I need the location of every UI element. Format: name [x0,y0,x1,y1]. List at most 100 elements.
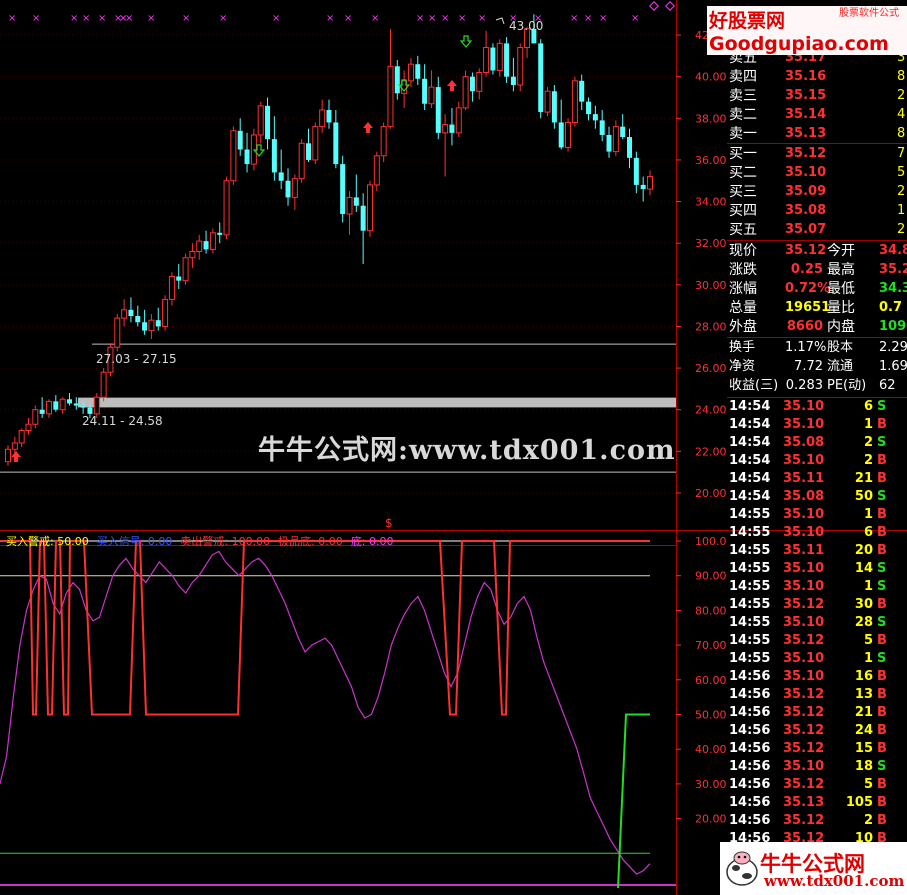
candle-body-up[interactable] [380,126,387,157]
candle-body-up[interactable] [571,80,578,123]
candle-body-down[interactable] [271,139,277,173]
candle-body-down[interactable] [360,205,366,231]
candle-body-down[interactable] [490,47,496,71]
candle-body-up[interactable] [5,448,11,463]
candle-body-down[interactable] [142,322,148,331]
candle-body-up[interactable] [462,76,469,109]
candle-body-down[interactable] [504,43,510,77]
candle-body-up[interactable] [168,275,175,300]
candle-body-up[interactable] [544,90,551,113]
candle-body-up[interactable] [25,423,32,432]
candle-body-up[interactable] [196,240,203,253]
candle-body-down[interactable] [326,109,332,123]
candle-body-up[interactable] [647,176,653,190]
candle-body-up[interactable] [11,442,18,450]
candle-body-up[interactable] [189,251,196,259]
candle-body-down[interactable] [53,401,59,410]
candle-body-down[interactable] [265,105,271,140]
candle-body-down[interactable] [333,122,339,165]
candle-body-down[interactable] [135,316,141,323]
candle-body-up[interactable] [59,398,66,411]
candle-body-down[interactable] [80,405,86,408]
candle-body-down[interactable] [599,120,605,135]
candle-body-up[interactable] [223,180,230,236]
candle-body-down[interactable] [620,126,626,138]
candle-body-up[interactable] [517,47,524,86]
candle-body-down[interactable] [579,80,585,102]
candle-body-down[interactable] [87,407,93,414]
candle-body-down[interactable] [435,87,441,133]
candle-body-up[interactable] [387,65,394,128]
candle-body-up[interactable] [291,178,298,198]
candle-body-up[interactable] [346,196,353,215]
candle-body-up[interactable] [476,72,483,92]
candle-body-up[interactable] [319,109,326,128]
candle-body-down[interactable] [640,184,646,190]
tick-time: 14:56 [729,687,771,702]
tick-direction: B [877,687,887,702]
candle-body-down[interactable] [449,124,455,133]
candle-body-up[interactable] [121,309,128,319]
candle-body-down[interactable] [558,122,564,148]
candle-body-down[interactable] [278,172,284,181]
candle-body-down[interactable] [285,180,291,198]
candle-body-up[interactable] [230,130,237,182]
candle-body-down[interactable] [469,76,475,92]
candle-body-down[interactable] [203,241,209,250]
candle-body-up[interactable] [114,317,121,348]
candle-body-down[interactable] [176,276,182,281]
tick-time: 14:56 [729,759,771,774]
candle-body-up[interactable] [565,121,572,148]
candle-body-down[interactable] [237,130,243,150]
zone-lower-band [78,397,676,408]
candle-body-up[interactable] [32,409,39,425]
candle-body-down[interactable] [627,137,633,158]
tick-time: 14:54 [729,417,771,432]
candle-body-down[interactable] [353,197,359,206]
tick-time: 14:56 [729,741,771,756]
candle-body-up[interactable] [100,371,107,398]
top-x-marker: × [32,13,40,24]
candle-body-down[interactable] [606,134,612,152]
ask-qty: 8 [897,126,906,141]
candle-body-down[interactable] [422,78,428,104]
candle-body-down[interactable] [340,164,346,215]
candle-body-up[interactable] [182,257,189,282]
candle-body-down[interactable] [244,149,250,165]
candle-body-down[interactable] [306,143,312,160]
candle-body-up[interactable] [455,107,462,134]
candle-body-down[interactable] [128,309,134,317]
candle-body-down[interactable] [538,43,544,113]
candle-body-up[interactable] [18,430,25,444]
candle-body-up[interactable] [162,298,169,327]
candle-body-down[interactable] [415,64,421,79]
stat-label: 外盘 [729,319,757,335]
candle-body-up[interactable] [407,63,414,82]
candle-body-down[interactable] [73,403,79,406]
candle-body-up[interactable] [612,126,619,153]
candle-body-down[interactable] [586,101,592,115]
candle-body-up[interactable] [257,105,264,136]
candle-body-up[interactable] [496,42,503,71]
candle-body-down[interactable] [510,76,516,86]
candle-body-down[interactable] [155,320,161,327]
candle-body-up[interactable] [148,319,155,332]
candle-body-down[interactable] [66,399,72,404]
candle-body-up[interactable] [209,232,216,250]
tick-volume: 50 [854,489,873,504]
candle-body-up[interactable] [45,400,52,415]
candle-body-up[interactable] [93,396,100,415]
candle-body-up[interactable] [373,155,380,186]
candle-body-down[interactable] [39,409,45,414]
candle-body-down[interactable] [592,114,598,121]
candle-body-down[interactable] [633,157,639,185]
candle-body-down[interactable] [217,232,223,235]
candle-body-up[interactable] [298,142,305,180]
candle-body-up[interactable] [442,124,449,134]
candle-body-up[interactable] [366,184,373,232]
candle-body-down[interactable] [394,66,400,94]
candle-body-down[interactable] [551,91,557,123]
candle-body-up[interactable] [428,86,435,105]
candle-body-up[interactable] [312,126,319,161]
candle-body-up[interactable] [483,47,490,74]
